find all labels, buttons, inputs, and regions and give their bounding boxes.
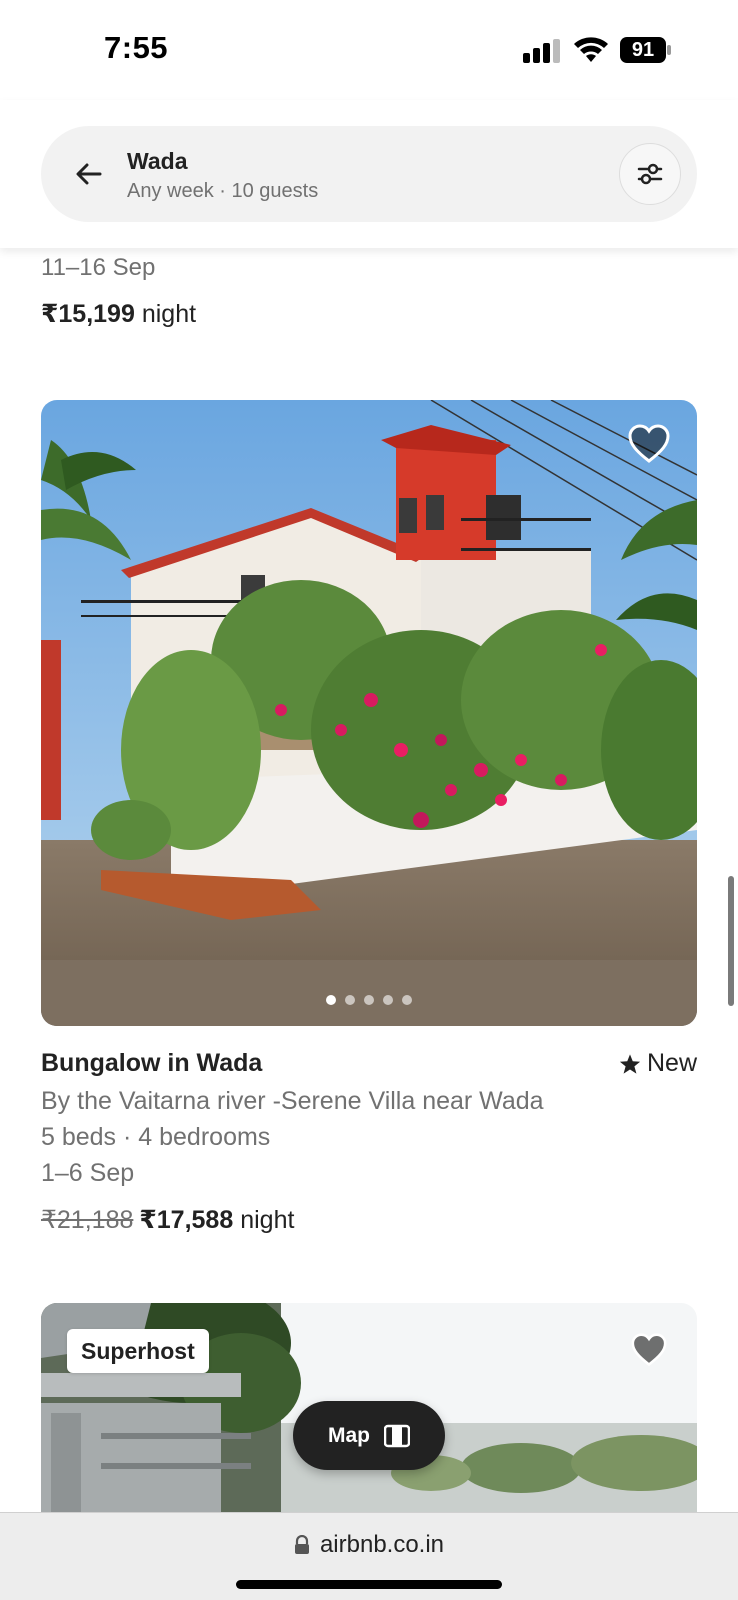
original-price: ₹21,188 [41, 1206, 134, 1234]
heart-icon[interactable] [630, 1333, 668, 1367]
home-indicator [236, 1580, 502, 1589]
heart-icon[interactable] [628, 424, 670, 464]
previous-listing-dates: 11–16 Sep [41, 254, 156, 281]
status-bar: 7:55 91 [0, 0, 738, 100]
map-icon [384, 1424, 410, 1447]
battery-icon: 91 [620, 37, 672, 63]
url-text: airbnb.co.in [319, 1531, 445, 1558]
search-header: Wada Any week · 10 guests [0, 100, 738, 248]
map-button[interactable]: Map [293, 1401, 445, 1470]
status-time: 7:55 [104, 30, 169, 65]
listing-title: Bungalow in Wada [41, 1049, 263, 1077]
battery-level: 91 [631, 39, 655, 61]
listing-dates: 1–6 Sep [41, 1159, 135, 1187]
wifi-icon [574, 37, 608, 62]
listing-description: By the Vaitarna river -Serene Villa near… [41, 1087, 544, 1115]
search-location: Wada [127, 148, 188, 174]
pagination-dot[interactable] [345, 995, 355, 1005]
listing-rating: New [619, 1049, 697, 1078]
browser-bottom-bar: airbnb.co.in [0, 1512, 738, 1600]
lock-icon [294, 1535, 309, 1554]
pagination-dot[interactable] [383, 995, 393, 1005]
previous-listing-price: ₹15,199 night [41, 299, 196, 329]
star-icon [619, 1053, 641, 1074]
cellular-signal-icon [523, 39, 560, 63]
back-button[interactable] [67, 152, 111, 196]
filter-button[interactable] [619, 143, 681, 205]
listing-price: ₹21,188 ₹17,588 night [41, 1205, 294, 1235]
photo-pagination [326, 995, 412, 1005]
superhost-badge: Superhost [67, 1329, 209, 1373]
listing-beds: 5 beds · 4 bedrooms [41, 1123, 271, 1151]
map-button-label: Map [328, 1423, 370, 1447]
listing-photo[interactable] [41, 400, 697, 1026]
url-field[interactable]: airbnb.co.in [0, 1531, 738, 1559]
price-unit: night [240, 1206, 295, 1234]
pagination-dot[interactable] [364, 995, 374, 1005]
search-bar[interactable]: Wada Any week · 10 guests [41, 126, 697, 222]
previous-price-value: ₹15,199 [41, 300, 135, 328]
back-arrow-icon [76, 163, 102, 185]
rating-label: New [646, 1049, 697, 1077]
scroll-indicator[interactable] [728, 876, 734, 1006]
filter-icon [637, 163, 663, 185]
search-details: Any week · 10 guests [127, 180, 319, 202]
previous-price-unit: night [141, 300, 197, 328]
discounted-price: ₹17,588 [139, 1206, 234, 1234]
pagination-dot[interactable] [402, 995, 412, 1005]
pagination-dot[interactable] [326, 995, 336, 1005]
